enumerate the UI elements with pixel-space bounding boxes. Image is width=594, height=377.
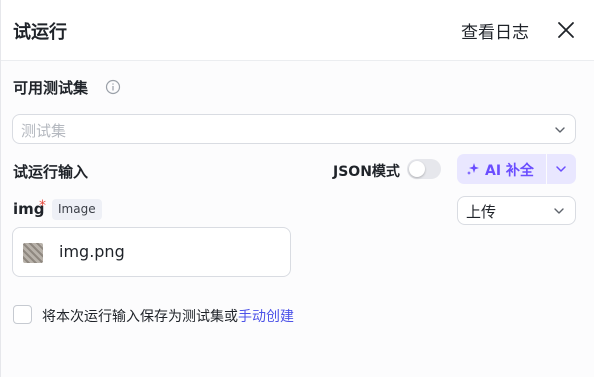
test-run-panel: 试运行 查看日志 可用测试集 测试集 试运行输入 JSON模式 AI 补全 im… (0, 0, 594, 377)
source-select[interactable]: 上传 (457, 196, 576, 225)
test-set-select[interactable]: 测试集 (12, 114, 576, 144)
json-mode-label: JSON模式 (333, 164, 400, 180)
field-type-tag: Image (52, 199, 102, 220)
file-name: img.png (59, 242, 125, 261)
run-input-label: 试运行输入 (13, 163, 89, 181)
close-icon[interactable] (556, 20, 576, 40)
panel-header: 试运行 查看日志 (1, 0, 594, 61)
manual-create-link[interactable]: 手动创建 (238, 309, 294, 325)
save-as-testset-text: 将本次运行输入保存为测试集或手动创建 (42, 306, 294, 326)
panel-title: 试运行 (13, 22, 67, 43)
ai-fill-label: AI 补全 (485, 163, 534, 179)
uploaded-file-card[interactable]: img.png (12, 227, 291, 277)
chevron-down-icon (555, 127, 565, 133)
source-select-value: 上传 (466, 203, 497, 221)
ai-fill-dropdown[interactable] (547, 154, 576, 184)
json-mode-toggle[interactable] (407, 159, 441, 179)
chevron-down-icon (554, 208, 564, 214)
save-as-testset-checkbox[interactable] (13, 305, 32, 324)
info-icon[interactable] (105, 79, 121, 95)
required-mark: * (39, 198, 46, 214)
chevron-down-icon (556, 166, 566, 172)
toggle-knob (409, 161, 425, 177)
ai-fill-button[interactable]: AI 补全 (457, 154, 546, 184)
sparkle-icon (467, 163, 479, 175)
test-set-placeholder: 测试集 (21, 122, 67, 140)
view-logs-button[interactable]: 查看日志 (461, 18, 529, 43)
test-sets-label: 可用测试集 (13, 79, 89, 97)
image-thumbnail (23, 243, 43, 263)
save-as-testset-label: 将本次运行输入保存为测试集或 (42, 309, 238, 325)
